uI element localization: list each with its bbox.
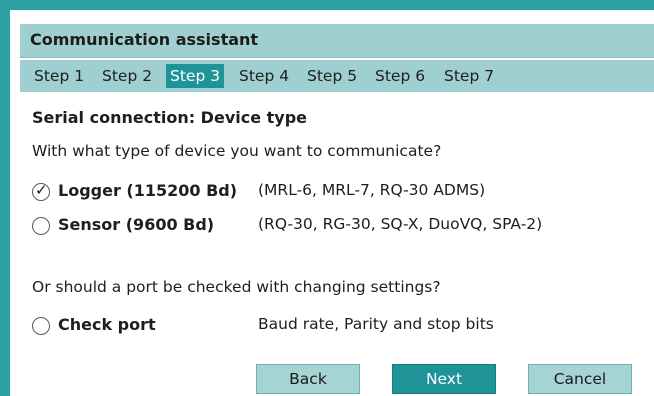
sensor-radio[interactable] <box>32 217 50 235</box>
tab-step-2[interactable]: Step 2 <box>98 64 156 88</box>
check-port-label[interactable]: Check port <box>58 315 156 334</box>
section-heading: Serial connection: Device type <box>32 108 308 127</box>
logger-label[interactable]: Logger (115200 Bd) <box>58 181 237 200</box>
tab-step-5[interactable]: Step 5 <box>303 64 361 88</box>
check-port-description: Baud rate, Parity and stop bits <box>258 315 494 333</box>
check-port-radio[interactable] <box>32 317 50 335</box>
port-question: Or should a port be checked with changin… <box>32 278 441 296</box>
title-bar: Communication assistant <box>20 24 654 58</box>
device-question: With what type of device you want to com… <box>32 142 442 160</box>
logger-description: (MRL-6, MRL-7, RQ-30 ADMS) <box>258 181 486 199</box>
back-button[interactable]: Back <box>256 364 360 394</box>
logger-option[interactable]: ✓ Logger (115200 Bd) (MRL-6, MRL-7, RQ-3… <box>32 180 552 204</box>
tab-step-1[interactable]: Step 1 <box>30 64 88 88</box>
check-port-option[interactable]: Check port Baud rate, Parity and stop bi… <box>32 314 552 338</box>
tab-step-7[interactable]: Step 7 <box>440 64 498 88</box>
sensor-description: (RQ-30, RG-30, SQ-X, DuoVQ, SPA-2) <box>258 215 543 233</box>
tab-step-3[interactable]: Step 3 <box>166 64 225 88</box>
checkmark-icon: ✓ <box>35 181 48 199</box>
window-title: Communication assistant <box>30 30 259 49</box>
cancel-button[interactable]: Cancel <box>528 364 632 394</box>
sensor-label[interactable]: Sensor (9600 Bd) <box>58 215 214 234</box>
logger-radio[interactable]: ✓ <box>32 181 50 201</box>
sensor-option[interactable]: Sensor (9600 Bd) (RQ-30, RG-30, SQ-X, Du… <box>32 214 592 238</box>
step-tabs: Step 1 Step 2 Step 3 Step 4 Step 5 Step … <box>20 60 654 92</box>
next-button[interactable]: Next <box>392 364 496 394</box>
tab-step-4[interactable]: Step 4 <box>235 64 293 88</box>
tab-step-6[interactable]: Step 6 <box>371 64 429 88</box>
